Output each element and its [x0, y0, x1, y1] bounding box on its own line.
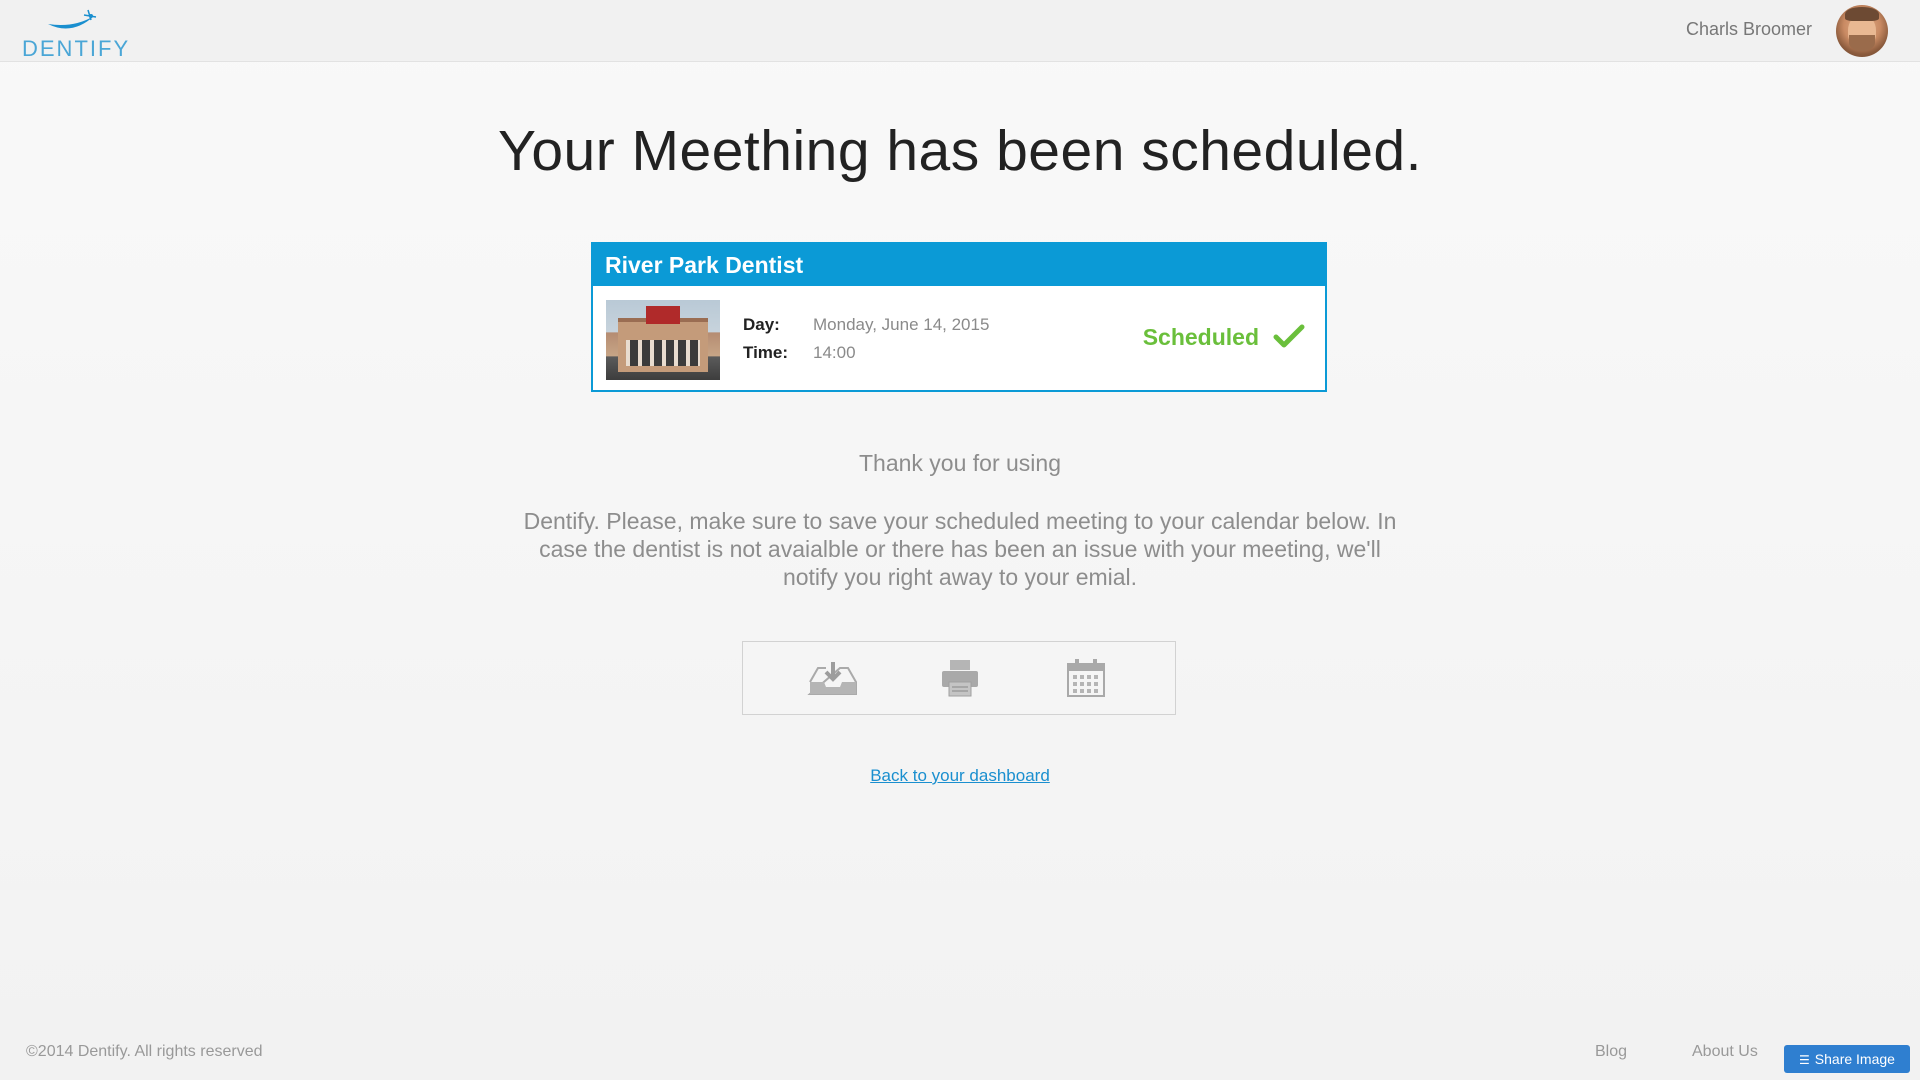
clinic-photo	[606, 300, 720, 380]
info-message: Dentify. Please, make sure to save your …	[523, 508, 1397, 590]
add-to-calendar-button[interactable]	[1056, 655, 1116, 701]
share-button-label: Share Image	[1814, 1051, 1895, 1067]
day-label: Day:	[743, 315, 780, 334]
back-link-container: Back to your dashboard	[0, 766, 1920, 786]
footer-copyright: ©2014 Dentify. All rights reserved	[26, 1043, 263, 1060]
appointment-card: River Park Dentist Day: Monday, June 14,…	[591, 242, 1327, 392]
share-image-button[interactable]: ☰ Share Image	[1784, 1045, 1910, 1073]
building-sign	[646, 306, 680, 324]
building-columns	[626, 340, 700, 366]
print-button[interactable]	[930, 655, 990, 701]
logo-swoosh-icon	[48, 9, 97, 29]
user-name[interactable]: Charls Broomer	[1686, 19, 1812, 40]
save-actions-bar	[742, 641, 1176, 715]
time-value: 14:00	[813, 343, 856, 362]
checkmark-icon	[1273, 324, 1305, 348]
avatar-hair	[1845, 7, 1879, 21]
download-button[interactable]	[803, 655, 863, 701]
clinic-name: River Park Dentist	[593, 244, 1325, 286]
stack-icon: ☰	[1799, 1053, 1810, 1067]
status-badge: Scheduled	[1142, 324, 1259, 350]
avatar-beard	[1849, 35, 1875, 51]
top-bar: DENTIFY Charls Broomer	[0, 0, 1920, 62]
back-to-dashboard-link[interactable]: Back to your dashboard	[870, 766, 1050, 785]
footer-link-about[interactable]: About Us	[1692, 1043, 1758, 1061]
footer-link-blog[interactable]: Blog	[1595, 1043, 1627, 1061]
page-title: Your Meething has been scheduled.	[498, 119, 1422, 183]
day-value: Monday, June 14, 2015	[813, 315, 990, 334]
dentify-logo[interactable]: DENTIFY	[22, 6, 132, 61]
avatar[interactable]	[1836, 5, 1888, 57]
printer-icon	[942, 660, 978, 697]
page: DENTIFY Charls Broomer Your Meething has…	[0, 0, 1920, 1080]
logo-text: DENTIFY	[22, 36, 131, 61]
calendar-icon	[1067, 659, 1105, 697]
thanks-text: Thank you for using	[858, 450, 1061, 476]
download-tray-icon	[807, 662, 857, 695]
time-label: Time:	[743, 343, 789, 362]
